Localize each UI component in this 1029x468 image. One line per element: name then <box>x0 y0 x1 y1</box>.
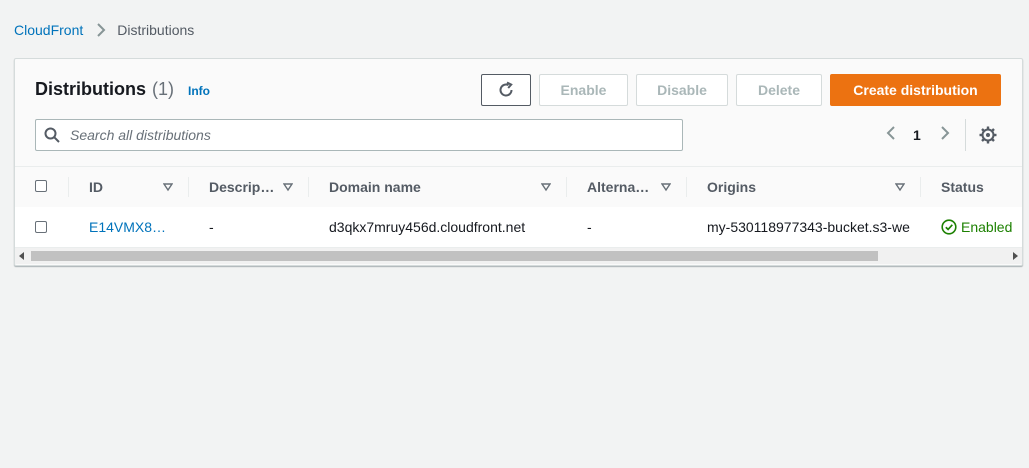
next-page-icon[interactable] <box>937 125 953 141</box>
cell-alternate-domain: - <box>587 219 592 235</box>
column-header-id[interactable]: ID <box>89 167 189 207</box>
refresh-button[interactable] <box>481 74 531 106</box>
scroll-right-icon[interactable] <box>1011 252 1019 260</box>
column-header-label: Status <box>941 179 984 195</box>
column-divider <box>68 177 69 197</box>
info-link[interactable]: Info <box>188 84 210 98</box>
sort-icon[interactable] <box>163 182 173 192</box>
column-divider <box>686 177 687 197</box>
page-number[interactable]: 1 <box>913 127 921 143</box>
breadcrumb-current: Distributions <box>117 22 195 38</box>
cell-description: - <box>209 219 214 235</box>
breadcrumb-cloudfront-link[interactable]: CloudFront <box>14 22 83 38</box>
distribution-id-link[interactable]: E14VMX8… <box>89 219 166 235</box>
scrollbar-thumb[interactable] <box>31 251 878 261</box>
search-box[interactable] <box>35 119 683 151</box>
table-header: ID Descrip… Domain name Alterna… Origins… <box>15 166 1022 208</box>
cell-status: Enabled <box>941 207 1012 247</box>
column-divider <box>188 177 189 197</box>
status-text: Enabled <box>961 219 1013 235</box>
panel-header: Distributions (1) Info <box>35 79 210 100</box>
create-distribution-button[interactable]: Create distribution <box>830 74 1001 106</box>
sort-icon[interactable] <box>661 182 671 192</box>
chevron-right-icon <box>97 23 106 37</box>
status-badge: Enabled <box>941 219 1012 235</box>
table-row[interactable]: E14VMX8… - d3qkx7mruy456d.cloudfront.net… <box>15 207 1022 247</box>
column-divider <box>308 177 309 197</box>
horizontal-scrollbar[interactable] <box>15 247 1022 264</box>
column-header-domain-name[interactable]: Domain name <box>329 167 529 207</box>
breadcrumb: CloudFront Distributions <box>14 21 194 39</box>
distributions-panel: Distributions (1) Info Enable Disable De… <box>14 58 1023 266</box>
scroll-left-icon[interactable] <box>18 252 26 260</box>
distribution-count: (1) <box>152 79 174 99</box>
enable-button[interactable]: Enable <box>539 74 628 106</box>
sort-icon[interactable] <box>541 182 551 192</box>
column-divider <box>566 177 567 197</box>
delete-button[interactable]: Delete <box>736 74 822 106</box>
gear-icon[interactable] <box>978 125 998 145</box>
previous-page-icon[interactable] <box>883 125 899 141</box>
cell-domain-name: d3qkx7mruy456d.cloudfront.net <box>329 219 526 235</box>
column-header-status[interactable]: Status <box>941 167 1021 207</box>
sort-icon[interactable] <box>283 182 293 192</box>
column-header-origins[interactable]: Origins <box>707 167 887 207</box>
sort-icon[interactable] <box>895 182 905 192</box>
column-divider <box>920 177 921 197</box>
column-header-label: Origins <box>707 179 757 195</box>
disable-button[interactable]: Disable <box>636 74 728 106</box>
column-header-label: Descrip… <box>209 179 275 195</box>
column-header-label: Domain name <box>329 179 421 195</box>
column-header-description[interactable]: Descrip… <box>209 167 279 207</box>
panel-title: Distributions <box>35 79 146 99</box>
select-all-checkbox[interactable] <box>35 180 47 192</box>
cell-origins: my-530118977343-bucket.s3-we <box>707 219 910 235</box>
check-circle-icon <box>941 219 957 235</box>
cell-id: E14VMX8… <box>89 207 166 247</box>
refresh-icon <box>499 81 513 97</box>
column-header-label: ID <box>89 179 103 195</box>
column-header-alternate-domain[interactable]: Alterna… <box>587 167 655 207</box>
pagination-divider <box>965 119 966 151</box>
search-icon <box>44 127 60 143</box>
column-header-label: Alterna… <box>587 179 650 195</box>
search-input[interactable] <box>68 126 672 144</box>
row-checkbox[interactable] <box>35 221 47 233</box>
